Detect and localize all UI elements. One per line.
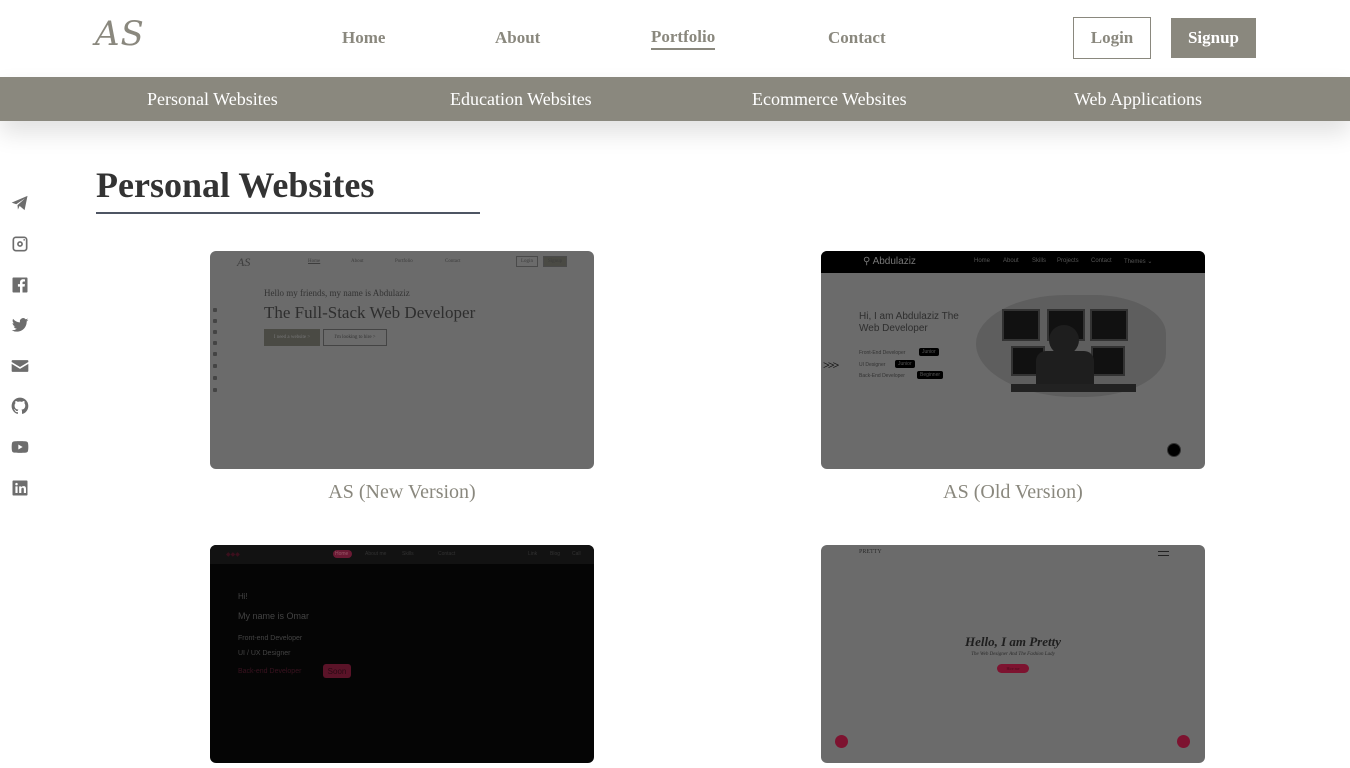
preview-secondary-button: I'm looking to hire > [323,329,387,346]
linkedin-icon[interactable] [10,478,30,498]
preview-headline: Hello, I am Pretty [964,634,1062,649]
nav-portfolio[interactable]: Portfolio [651,27,716,50]
preview-greeting: Hi! [238,592,248,601]
preview-role: UI / UX Designer [238,650,291,657]
preview-logo: ◆◆◆ [226,552,240,558]
preview-primary-button: I need a website > [264,329,320,346]
preview-hire-button: Hire me [997,664,1029,673]
nav-contact[interactable]: Contact [828,28,886,48]
preview-nav-item: Projects [1057,258,1079,264]
mail-icon[interactable] [10,356,30,376]
preview-extra-link: Link [528,551,538,557]
preview-headline: The Full-Stack Web Developer [264,303,476,322]
preview-nav-item: Home [974,258,991,264]
instagram-icon[interactable] [10,234,30,254]
preview-nav-item: About [351,259,364,264]
preview-skill-label: UI Designer [859,362,886,368]
project-card[interactable]: ◆◆◆ Home About me Skills Contact Link Bl… [210,545,594,768]
preview-menu-icon [1158,551,1169,556]
preview-nav-item: Themes ⌄ [1124,259,1153,265]
preview-nav-item: Contact [1091,258,1112,264]
facebook-icon[interactable] [10,275,30,295]
signup-button[interactable]: Signup [1171,18,1256,58]
preview-role: Back-end Developer [238,668,302,675]
preview-monitor [1090,309,1128,341]
preview-nav-item: Home [335,551,349,557]
preview-signup: Signup [543,256,568,267]
preview-name-line: My name is Omar [238,611,310,621]
preview-soon-badge: Soon [323,664,351,678]
preview-nav-item: Contact [438,551,456,557]
project-preview-image[interactable]: ⚲ Abdulaziz Home About Skills Projects C… [821,251,1205,469]
preview-headline: Hi, I am Abdulaziz The Web Developer [859,311,959,334]
preview-desk [1011,384,1136,392]
section-title: Personal Websites [96,164,480,214]
preview-nav-item: About [1003,258,1019,264]
preview-nav-item: Contact [445,259,461,264]
preview-nav-item: Skills [1032,258,1047,264]
category-web-applications[interactable]: Web Applications [1074,89,1202,110]
preview-greeting: Hello my friends, my name is Abdulaziz [264,288,410,298]
preview-monitor [1002,309,1040,341]
preview-nav-item: Portfolio [395,259,413,264]
preview-skill-level: Beginner [917,371,944,379]
preview-role: Front-end Developer [238,635,303,642]
preview-nav-item: Skills [402,551,414,557]
preview-logo: AS [237,255,251,269]
preview-subline: The Web Designer And The Fashion Lady [971,652,1055,657]
preview-skill-label: Back-End Developer [859,373,905,379]
preview-scroll-up-icon [1177,735,1190,748]
preview-brand: ⚲ Abdulaziz [863,256,916,267]
project-card[interactable]: PRETTY Hello, I am Pretty The Web Design… [821,545,1205,768]
preview-nav-item: Home [308,259,321,264]
preview-monitor [1091,346,1125,376]
preview-brand: PRETTY [859,549,882,555]
login-button[interactable]: Login [1073,17,1151,59]
twitter-icon[interactable] [10,315,30,335]
project-caption[interactable]: AS (New Version) [210,481,594,504]
youtube-icon[interactable] [10,437,30,457]
project-card[interactable]: ⚲ Abdulaziz Home About Skills Projects C… [821,251,1205,504]
preview-scroll-up-icon [1167,443,1181,457]
preview-extra-link: Blog [550,551,561,557]
category-personal-websites[interactable]: Personal Websites [147,89,278,110]
nav-about[interactable]: About [495,28,540,48]
project-caption[interactable]: AS (Old Version) [821,481,1205,504]
project-preview-image[interactable]: ◆◆◆ Home About me Skills Contact Link Bl… [210,545,594,763]
nav-home[interactable]: Home [342,28,385,48]
preview-scroll-down-icon [835,735,848,748]
preview-skill-level: Junior [895,360,915,368]
project-card[interactable]: AS Home About Portfolio Contact Login Si… [210,251,594,504]
preview-skill-label: Front-End Developer [859,350,906,356]
telegram-icon[interactable] [10,193,30,213]
site-logo[interactable]: AS [95,14,145,54]
project-preview-image[interactable]: PRETTY Hello, I am Pretty The Web Design… [821,545,1205,763]
site-header: AS Home About Portfolio Contact Login Si… [0,0,1350,77]
preview-skill-level: Junior [919,348,939,356]
category-education-websites[interactable]: Education Websites [450,89,592,110]
preview-nav-item: About me [365,551,387,557]
github-icon[interactable] [10,396,30,416]
preview-login: Login [516,256,538,267]
category-bar: Personal Websites Education Websites Eco… [0,77,1350,121]
preview-extra-link: Call [572,551,581,557]
preview-chevrons-icon: >>> [823,358,839,372]
category-ecommerce-websites[interactable]: Ecommerce Websites [752,89,907,110]
project-preview-image[interactable]: AS Home About Portfolio Contact Login Si… [210,251,594,469]
